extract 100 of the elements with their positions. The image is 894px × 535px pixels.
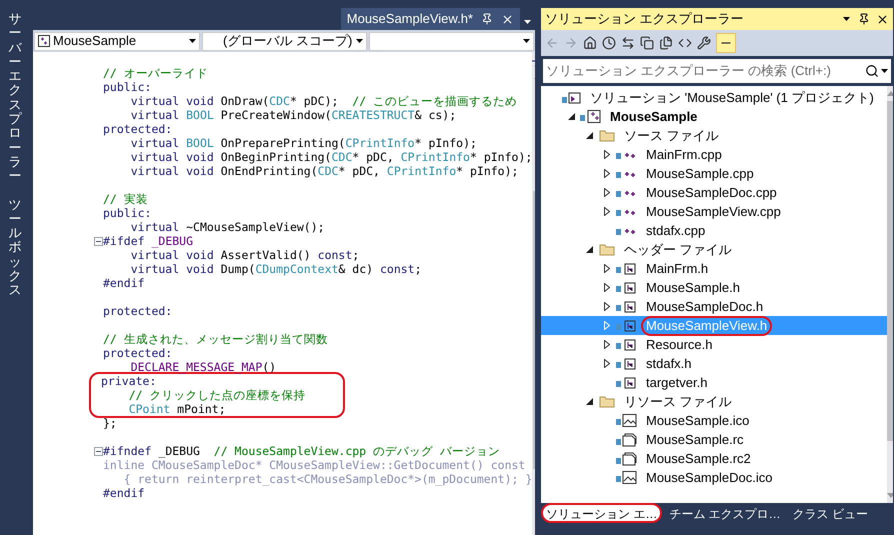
code-line: #ifdef _DEBUG — [103, 234, 194, 248]
collapsed-arrow-icon[interactable] — [604, 283, 610, 292]
close-icon[interactable] — [501, 12, 514, 26]
collapsed-arrow-icon[interactable] — [604, 340, 610, 349]
collapse-icon[interactable] — [94, 446, 102, 456]
collapsed-arrow-icon[interactable] — [604, 188, 610, 197]
header-file-icon — [616, 282, 638, 294]
tree-item[interactable]: MouseSample.ico — [541, 411, 887, 430]
panel-tab[interactable]: ソリューション エ… — [541, 503, 662, 523]
vertical-scrollbar[interactable] — [886, 86, 893, 503]
code-line: CPoint mPoint; — [128, 402, 226, 416]
item-label: Resource.h — [645, 336, 714, 354]
image-file-icon — [616, 471, 638, 484]
tree-item[interactable]: MainFrm.cpp — [541, 145, 887, 164]
pin-icon[interactable] — [858, 13, 870, 25]
code-line: }; — [103, 416, 117, 430]
panel-menu-caret-icon — [843, 17, 850, 21]
wrench-icon[interactable] — [697, 36, 711, 50]
solution-icon — [562, 92, 582, 104]
code-line: // クリックした点の座標を保持 — [128, 388, 306, 402]
tree-item[interactable]: MainFrm.h — [541, 259, 887, 278]
code-icon[interactable] — [678, 36, 692, 50]
code-line: virtual void OnBeginPrinting(CDC* pDC, CPrintInfo* pInfo); — [130, 150, 532, 164]
folder-icon — [598, 395, 616, 408]
tree-item[interactable]: MouseSampleDoc.cpp — [541, 183, 887, 202]
scroll-up-icon[interactable] — [886, 91, 893, 96]
item-label: MouseSample.h — [645, 278, 741, 297]
tree-item[interactable]: ソース ファイル — [541, 126, 887, 145]
code-line: protected: — [103, 304, 172, 318]
item-label: stdafx.h — [645, 354, 693, 372]
caret-icon — [189, 39, 196, 43]
tree-item[interactable]: targetver.h — [541, 373, 887, 392]
code-line: // 生成された、メッセージ割り当て関数 — [103, 332, 328, 346]
code-line: #endif — [103, 486, 145, 500]
tree-item[interactable]: MouseSample.cpp — [541, 164, 887, 183]
code-line: #ifndef _DEBUG // MouseSampleView.cpp のデバッグ バージョン — [103, 444, 500, 458]
search-field[interactable]: ソリューション エクスプローラー の検索 (Ctrl+:) — [543, 59, 891, 83]
collapsed-arrow-icon[interactable] — [604, 169, 610, 178]
tree-item[interactable]: MouseSample.h — [541, 278, 887, 297]
item-label: MouseSample.cpp — [645, 164, 755, 183]
header-file-icon — [616, 376, 638, 388]
project-dropdown[interactable]: MouseSample — [34, 32, 200, 50]
tree-item[interactable]: ソリューション 'MouseSample' (1 プロジェクト) — [541, 88, 887, 107]
item-label: ソース ファイル — [623, 126, 720, 144]
expanded-arrow-icon[interactable] — [586, 246, 592, 253]
panel-title: ソリューション エクスプローラー — [545, 10, 745, 28]
pin-icon[interactable] — [481, 13, 493, 25]
tree-item[interactable]: MouseSampleDoc.ico — [541, 468, 887, 487]
code-line: virtual BOOL PreCreateWindow(CREATESTRUCT& cs); — [130, 108, 456, 122]
caret-icon — [881, 69, 888, 73]
code-line: virtual void OnEndPrinting(CDC* pDC, CPrintInfo* pInfo); — [130, 164, 518, 178]
folder-icon — [598, 243, 616, 256]
tree-item[interactable]: Resource.h — [541, 335, 887, 354]
item-label: MouseSample.rc — [645, 430, 745, 449]
files-icon[interactable] — [659, 36, 673, 50]
collapse-all-icon[interactable] — [640, 36, 654, 50]
tree-item[interactable]: リソース ファイル — [541, 392, 887, 411]
clock-icon[interactable] — [602, 36, 616, 50]
code-line: protected: — [103, 346, 172, 360]
caret-icon — [523, 39, 530, 43]
panel-tab[interactable]: クラス ビュー — [788, 503, 874, 523]
panel-tab[interactable]: チーム エクスプロ… — [664, 503, 786, 523]
collapsed-arrow-icon[interactable] — [604, 264, 610, 273]
item-label: MouseSample.rc2 — [645, 450, 752, 468]
scroll-thumb[interactable] — [886, 101, 893, 441]
close-icon[interactable] — [876, 12, 889, 26]
code-line: virtual ~CMouseSampleView(); — [130, 220, 325, 234]
sync-icon[interactable] — [621, 36, 635, 50]
collapsed-arrow-icon[interactable] — [604, 150, 610, 159]
item-label: ソリューション 'MouseSample' (1 プロジェクト) — [589, 88, 875, 107]
collapse-icon[interactable] — [94, 236, 102, 246]
resource-file-icon — [616, 432, 638, 446]
collapsed-arrow-icon[interactable] — [604, 359, 610, 368]
expanded-arrow-icon[interactable] — [586, 398, 592, 405]
item-label: MainFrm.h — [645, 260, 710, 278]
item-label: targetver.h — [645, 374, 708, 392]
code-line: { return reinterpret_cast<CMouseSampleDoc*>(m_pDocument); } — [122, 472, 532, 486]
editor-tab[interactable]: MouseSampleView.h* — [340, 8, 520, 30]
scope-dropdown[interactable]: (グローバル スコープ) — [202, 32, 367, 50]
side-tab[interactable]: サーバーエクスプローラー — [8, 12, 22, 184]
scroll-down-icon[interactable] — [886, 493, 893, 498]
tree-item[interactable]: stdafx.cpp — [541, 221, 887, 240]
tree-item[interactable]: MouseSample.rc2 — [541, 449, 887, 468]
item-label: MouseSampleView.h — [641, 316, 772, 336]
tree-item[interactable]: MouseSample.rc — [541, 430, 887, 449]
tree-item[interactable]: MouseSample — [541, 107, 887, 126]
tree-item[interactable]: ヘッダー ファイル — [541, 240, 887, 259]
collapsed-arrow-icon[interactable] — [604, 302, 610, 311]
home-icon[interactable] — [583, 36, 597, 50]
code-line: virtual BOOL OnPreparePrinting(CPrintInfo* pInfo); — [130, 136, 477, 150]
project-icon — [580, 110, 602, 123]
tree-item[interactable]: MouseSampleView.cpp — [541, 202, 887, 221]
expanded-arrow-icon[interactable] — [568, 113, 574, 120]
expanded-arrow-icon[interactable] — [586, 132, 592, 139]
side-tab[interactable]: ツールボックス — [8, 198, 22, 298]
preview-toggle[interactable] — [716, 33, 736, 53]
collapsed-arrow-icon[interactable] — [604, 207, 610, 216]
tree-item[interactable]: stdafx.h — [541, 354, 887, 373]
tree-item[interactable]: MouseSampleDoc.h — [541, 297, 887, 316]
code-line: // 実装 — [103, 192, 148, 206]
